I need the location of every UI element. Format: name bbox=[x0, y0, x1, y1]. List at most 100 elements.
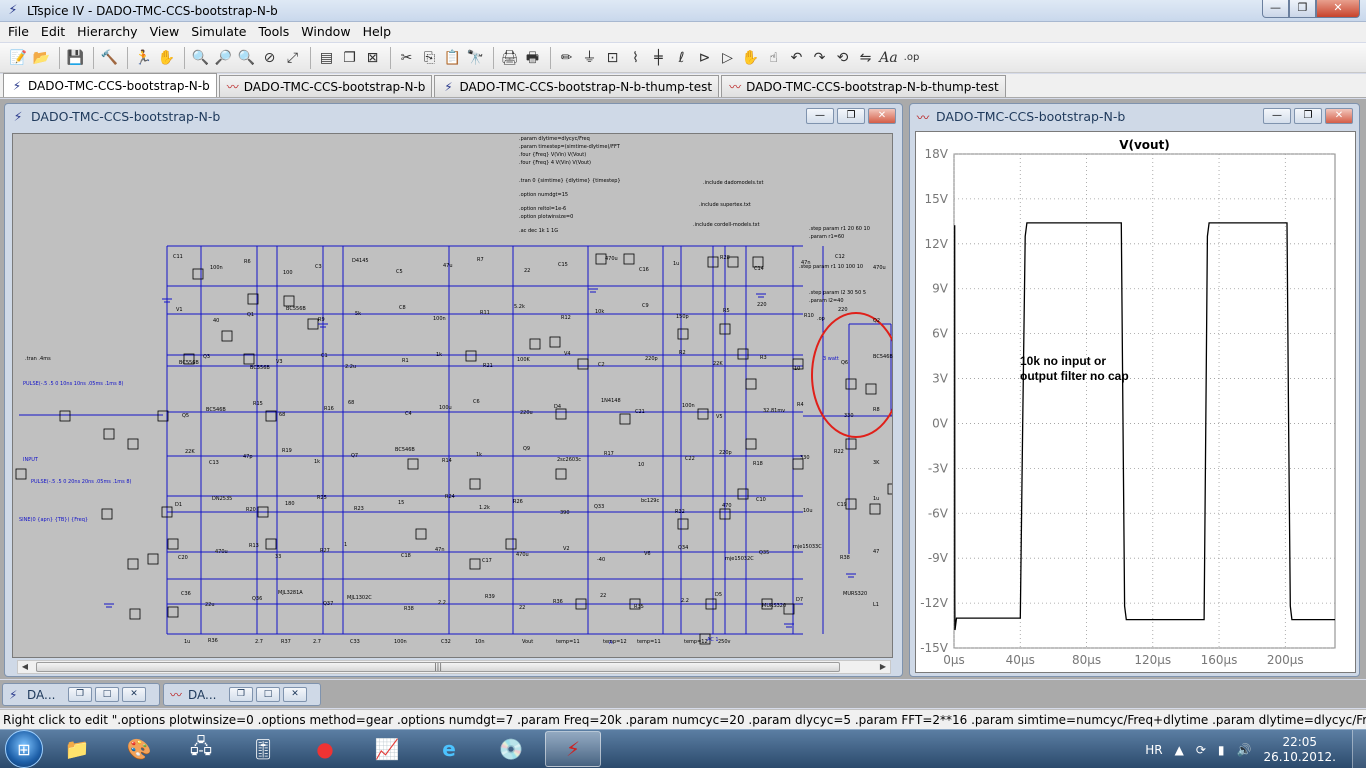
component-label[interactable]: V1 bbox=[176, 307, 183, 313]
spice-directive[interactable]: PULSE(-.5 .5 0 10ns 10ns .05ms .1ms 8) bbox=[23, 381, 123, 387]
component-label[interactable]: D1 bbox=[175, 502, 182, 508]
component-label[interactable]: 1 bbox=[344, 542, 347, 548]
spice-directive[interactable]: .option reltol=1e-6 bbox=[519, 206, 566, 212]
drag-icon[interactable]: ☝ bbox=[763, 47, 784, 69]
maximize-button[interactable]: ❐ bbox=[1289, 0, 1316, 18]
waveform-plot-area[interactable]: 18V 15V 12V 9V 6V 3V 0V -3V -6V -9V -12V -15V 0µs 40µ… bbox=[915, 131, 1356, 673]
component-label[interactable]: C6 bbox=[473, 399, 480, 405]
tab-waveform[interactable]: 〰 DADO-TMC-CCS-bootstrap-N-b bbox=[218, 75, 433, 97]
component-label[interactable]: 22 bbox=[600, 593, 606, 599]
component-label[interactable]: R20 bbox=[246, 507, 256, 513]
component-label[interactable]: 2.2u bbox=[345, 364, 356, 370]
maximize-button[interactable]: □ bbox=[95, 687, 119, 702]
component-label[interactable]: 470 bbox=[722, 503, 732, 509]
component-label[interactable]: C4 bbox=[405, 411, 412, 417]
print-icon[interactable]: 🖨 bbox=[499, 47, 520, 69]
restore-button[interactable]: ❐ bbox=[229, 687, 253, 702]
component-label[interactable]: 10n bbox=[475, 639, 485, 645]
mirror-icon[interactable]: ⇋ bbox=[855, 47, 876, 69]
close-button[interactable]: ✕ bbox=[283, 687, 307, 702]
component-label[interactable]: R38 bbox=[404, 606, 414, 612]
windows-start-icon[interactable]: ⊞ bbox=[5, 730, 43, 768]
component-label[interactable]: 2.2 bbox=[681, 598, 689, 604]
spice-directive[interactable]: .include dadomodels.txt bbox=[703, 180, 763, 186]
undo-icon[interactable]: ↶ bbox=[786, 47, 807, 69]
component-icon[interactable]: ▷ bbox=[717, 47, 738, 69]
component-label[interactable]: Q5 bbox=[182, 413, 189, 419]
component-label[interactable]: V4 bbox=[564, 351, 571, 357]
component-label[interactable]: 100u bbox=[439, 405, 452, 411]
component-label[interactable]: C19 bbox=[837, 502, 847, 508]
plot-annotation-line2[interactable]: output filter no cap bbox=[1020, 369, 1129, 384]
spice-directive[interactable]: .step param l2 30 50 5 bbox=[809, 290, 866, 296]
component-label[interactable]: R35 bbox=[634, 604, 644, 610]
save-icon[interactable]: 💾 bbox=[65, 47, 86, 69]
component-label[interactable]: Q3 bbox=[203, 354, 210, 360]
component-label[interactable]: Q36 bbox=[252, 596, 262, 602]
tab-schematic-thump-test[interactable]: ⚡ DADO-TMC-CCS-bootstrap-N-b-thump-test bbox=[434, 75, 720, 97]
component-label[interactable]: C16 bbox=[639, 267, 649, 273]
component-label[interactable]: 32.81mv bbox=[763, 408, 785, 414]
paste-icon[interactable]: 📋 bbox=[442, 47, 463, 69]
component-label[interactable]: V2 bbox=[563, 546, 570, 552]
internet-explorer-icon[interactable]: e bbox=[421, 731, 477, 767]
component-label[interactable]: Q6 bbox=[841, 360, 848, 366]
find-icon[interactable]: 🔭 bbox=[465, 47, 486, 69]
component-label[interactable]: R12 bbox=[561, 315, 571, 321]
component-label[interactable]: R13 bbox=[249, 543, 259, 549]
print-preview-icon[interactable]: 🖶 bbox=[522, 47, 543, 69]
component-label[interactable]: R37 bbox=[281, 639, 291, 645]
menu-file[interactable]: File bbox=[2, 22, 35, 42]
component-label[interactable]: 2.2 bbox=[438, 600, 446, 606]
component-label[interactable]: V6 bbox=[644, 551, 651, 557]
schematic-restore-button[interactable]: ❐ bbox=[837, 108, 865, 124]
component-label[interactable]: 47p bbox=[243, 454, 253, 460]
explorer-icon[interactable]: 📁 bbox=[49, 731, 105, 767]
spice-directive[interactable]: .option plotwinsize=0 bbox=[519, 214, 573, 220]
component-label[interactable]: temp=12 bbox=[603, 639, 627, 645]
red-app-icon[interactable]: ● bbox=[297, 731, 353, 767]
component-label[interactable]: bc129c bbox=[641, 498, 659, 504]
component-label[interactable]: D7 bbox=[796, 597, 803, 603]
ltspice-icon[interactable]: ⚡ bbox=[545, 731, 601, 767]
menu-hierarchy[interactable]: Hierarchy bbox=[71, 22, 143, 42]
component-label[interactable]: R24 bbox=[445, 494, 455, 500]
waveform-minimize-button[interactable]: — bbox=[1263, 108, 1291, 124]
component-label[interactable]: Vout bbox=[522, 639, 533, 645]
component-label[interactable]: C14 bbox=[754, 266, 764, 272]
component-label[interactable]: 10u bbox=[803, 508, 813, 514]
component-label[interactable]: R28 bbox=[720, 255, 730, 261]
spice-directive[interactable]: .param timestep=(simtime-dlytime)/FFT bbox=[519, 144, 620, 150]
component-label[interactable]: V3 bbox=[276, 359, 283, 365]
open-icon[interactable]: 📂 bbox=[31, 47, 52, 69]
component-label[interactable]: C36 bbox=[181, 591, 191, 597]
component-label[interactable]: R3 bbox=[760, 355, 767, 361]
menu-window[interactable]: Window bbox=[295, 22, 356, 42]
component-label[interactable]: V5 bbox=[716, 414, 723, 420]
minimized-schematic-window[interactable]: ⚡ DA... ❐ □ ✕ bbox=[2, 683, 160, 706]
component-label[interactable]: mje15032C bbox=[725, 556, 754, 562]
component-label[interactable]: 470u bbox=[516, 552, 529, 558]
component-label[interactable]: 390 bbox=[560, 510, 570, 516]
component-label[interactable]: R11 bbox=[480, 310, 490, 316]
component-label[interactable]: 10 bbox=[638, 462, 644, 468]
component-label[interactable]: 220 bbox=[757, 302, 767, 308]
component-label[interactable]: temp=11 bbox=[556, 639, 580, 645]
plot-annotation-line1[interactable]: 10k no input or bbox=[1020, 354, 1106, 369]
component-label[interactable]: 22 bbox=[524, 268, 530, 274]
component-label[interactable]: C21 bbox=[635, 409, 645, 415]
component-label[interactable]: 2.7 bbox=[313, 639, 321, 645]
component-label[interactable]: 1N4148 bbox=[601, 398, 621, 404]
spice-directive-icon[interactable]: .op bbox=[901, 47, 922, 69]
component-label[interactable]: C20 bbox=[178, 555, 188, 561]
halt-icon[interactable]: ✋ bbox=[156, 47, 177, 69]
component-label[interactable]: R1 bbox=[402, 358, 409, 364]
component-label[interactable]: R23 bbox=[354, 506, 364, 512]
component-label[interactable]: 100n bbox=[210, 265, 223, 271]
ground-icon[interactable]: ⏚ bbox=[579, 47, 600, 69]
spice-directive[interactable]: .option numdgt=15 bbox=[519, 192, 568, 198]
component-label[interactable]: R21 bbox=[483, 363, 493, 369]
schematic-canvas[interactable]: .param dlytime=dlycyc/Freq .param timeste… bbox=[12, 133, 893, 658]
component-label[interactable]: temp=11 bbox=[637, 639, 661, 645]
component-label[interactable]: R32 bbox=[675, 509, 685, 515]
